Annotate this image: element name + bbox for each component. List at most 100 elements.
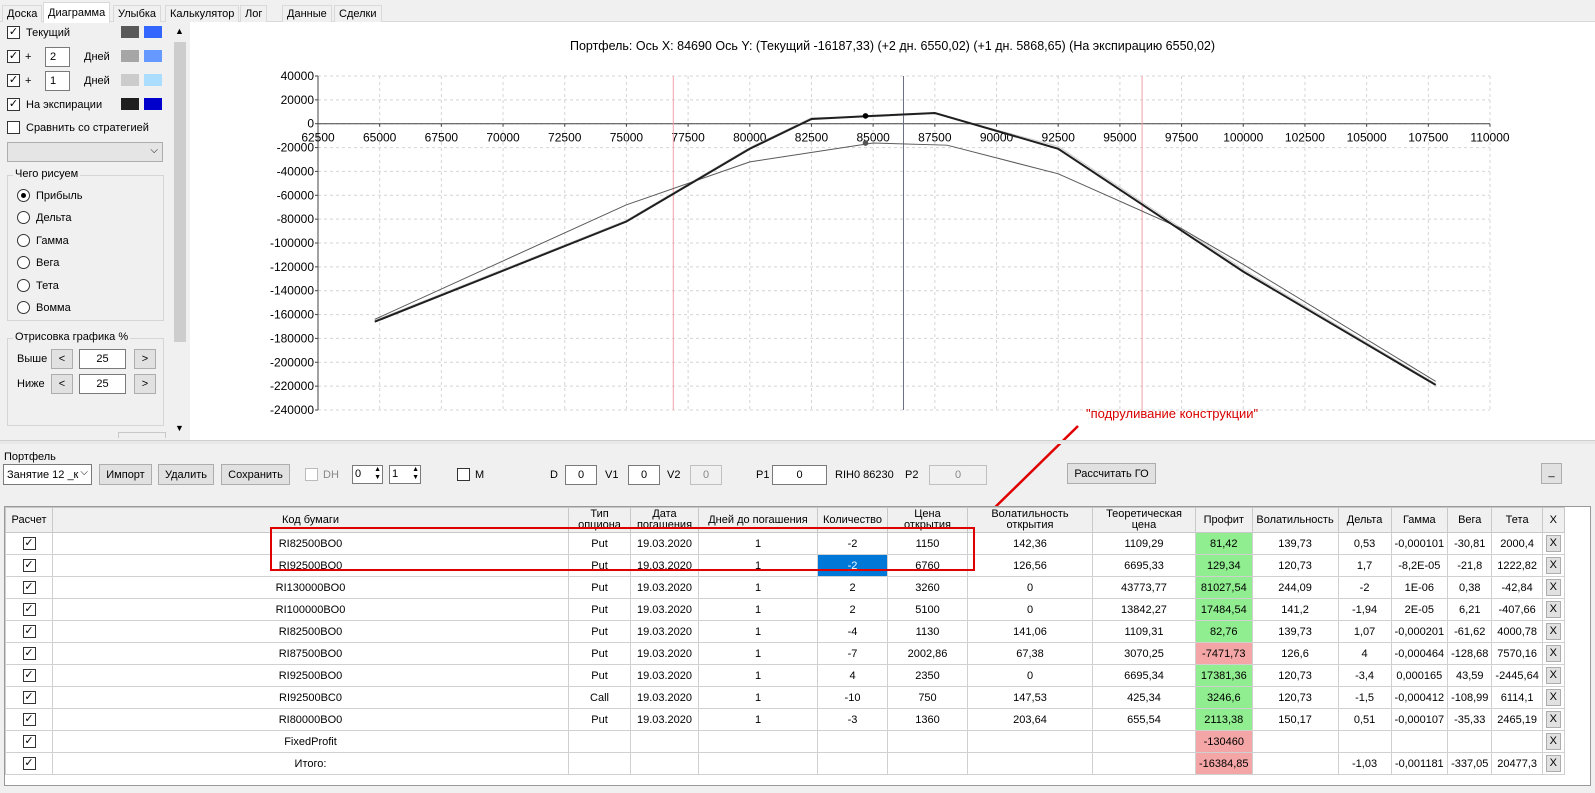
cell-gamma[interactable] (1390, 730, 1449, 753)
save-button[interactable]: Сохранить (221, 464, 290, 485)
cell-profit[interactable]: 2113,38 (1195, 708, 1253, 731)
settings-scrollbar[interactable]: ▲ ▼ (172, 22, 188, 438)
cell-theta[interactable]: 20477,3 (1491, 752, 1543, 775)
cell-calc[interactable]: ✓ (5, 620, 53, 643)
cell-code[interactable]: RI87500BO0 (52, 642, 569, 665)
below-decrease-button[interactable]: < (51, 374, 73, 394)
cell-gamma[interactable]: -0,000201 (1390, 620, 1449, 643)
table-row[interactable]: ✓ RI92500BO0 Put 19.03.2020 1 -2 6760 126,56 669… (5, 554, 1565, 577)
cell-code[interactable]: Итого: (52, 752, 569, 775)
cell-theo[interactable]: 655,54 (1092, 708, 1196, 731)
plus1-checkbox[interactable]: ✓ (7, 74, 20, 87)
cell-vega[interactable] (1447, 730, 1493, 753)
row-calc-checkbox[interactable]: ✓ (22, 537, 36, 550)
cell-calc[interactable]: ✓ (5, 708, 53, 731)
cell-delta[interactable]: 0,53 (1337, 532, 1392, 555)
cell-days[interactable]: 1 (698, 642, 818, 665)
cell-vol-open[interactable]: 0 (967, 576, 1093, 599)
cell-price[interactable]: 1150 (887, 532, 968, 555)
tab-deals[interactable]: Сделки (334, 5, 382, 22)
cell-days[interactable]: 1 (698, 554, 818, 577)
cell-type[interactable]: Put (568, 664, 631, 687)
delete-button[interactable]: Удалить (158, 464, 214, 485)
strategy-select[interactable]: ⌵ (7, 142, 163, 162)
above-decrease-button[interactable]: < (51, 349, 73, 369)
v2-input[interactable]: 0 (690, 465, 722, 485)
cell-vol-open[interactable]: 141,06 (967, 620, 1093, 643)
table-row[interactable]: ✓ RI82500BO0 Put 19.03.2020 1 -2 1150 142,36 110… (5, 532, 1565, 555)
cell-delta[interactable]: 1,07 (1337, 620, 1392, 643)
cell-profit[interactable]: 17381,36 (1195, 664, 1253, 687)
plus2-checkbox[interactable]: ✓ (7, 50, 20, 63)
cell-vol[interactable]: 120,73 (1251, 664, 1339, 687)
cell-calc[interactable]: ✓ (5, 598, 53, 621)
col-header-calc[interactable]: Расчет (5, 507, 53, 533)
cell-theo[interactable]: 6695,34 (1092, 664, 1196, 687)
plus1-days-input[interactable]: 1 (45, 71, 70, 91)
cell-theta[interactable]: 2465,19 (1491, 708, 1543, 731)
cell-type[interactable]: Put (568, 598, 631, 621)
remove-row-button[interactable]: X (1545, 579, 1561, 596)
dh-checkbox[interactable] (305, 468, 318, 481)
cell-type[interactable]: Put (568, 532, 631, 555)
cell-profit[interactable]: -16384,85 (1195, 752, 1253, 775)
cell-code[interactable]: RI80000BO0 (52, 708, 569, 731)
col-header-theta[interactable]: Тета (1491, 507, 1543, 533)
below-increase-button[interactable]: > (134, 374, 156, 394)
dh-spinner-2[interactable]: 1 ▲ ▼ (389, 465, 421, 484)
cell-code[interactable]: RI130000BO0 (52, 576, 569, 599)
cell-date[interactable]: 19.03.2020 (630, 576, 699, 599)
expiry-alt-color-swatch[interactable] (144, 98, 162, 110)
cell-gamma[interactable]: -0,000107 (1390, 708, 1449, 731)
cell-profit[interactable]: 81,42 (1195, 532, 1253, 555)
cell-code[interactable]: RI92500BO0 (52, 664, 569, 687)
table-row[interactable]: ✓ RI87500BO0 Put 19.03.2020 1 -7 2002,86 67,38 3… (5, 642, 1565, 665)
cell-vol[interactable] (1251, 730, 1339, 753)
cell-theo[interactable]: 1109,29 (1092, 532, 1196, 555)
row-calc-checkbox[interactable]: ✓ (22, 757, 36, 770)
cell-theta[interactable]: -2445,64 (1491, 664, 1543, 687)
v1-input[interactable]: 0 (628, 465, 660, 485)
cell-type[interactable] (568, 730, 631, 753)
radio-theta[interactable] (17, 279, 30, 292)
col-header-remove[interactable]: X (1541, 507, 1565, 533)
cell-theo[interactable]: 13842,27 (1092, 598, 1196, 621)
cell-days[interactable]: 1 (698, 620, 818, 643)
plus1-color-swatch[interactable] (121, 74, 139, 86)
cell-vega[interactable]: -128,68 (1447, 642, 1493, 665)
cell-code[interactable]: RI92500BO0 (52, 554, 569, 577)
cell-gamma[interactable]: -8,2E-05 (1390, 554, 1449, 577)
tab-data[interactable]: Данные (282, 5, 332, 22)
cell-days[interactable]: 1 (698, 576, 818, 599)
cell-type[interactable]: Call (568, 686, 631, 709)
col-header-vol[interactable]: Волатильность (1251, 507, 1339, 533)
p2-input[interactable]: 0 (929, 465, 987, 485)
cell-theo[interactable]: 6695,33 (1092, 554, 1196, 577)
cell-vol[interactable]: 139,73 (1251, 620, 1339, 643)
cell-vega[interactable]: -61,62 (1447, 620, 1493, 643)
cell-theo[interactable]: 43773,77 (1092, 576, 1196, 599)
cell-qty[interactable]: -2 (817, 532, 888, 555)
row-calc-checkbox[interactable]: ✓ (22, 669, 36, 682)
spin-arrows-icon[interactable]: ▲ ▼ (412, 466, 419, 482)
cell-vega[interactable]: 6,21 (1447, 598, 1493, 621)
cell-theo[interactable]: 1109,31 (1092, 620, 1196, 643)
table-row[interactable]: ✓ RI92500BC0 Call 19.03.2020 1 -10 750 147,53 42… (5, 686, 1565, 709)
cell-price[interactable]: 750 (887, 686, 968, 709)
table-row[interactable]: ✓ Итого: -16384,85 -1,03 -0,001181 -337,05 204… (5, 752, 1565, 775)
col-header-delta[interactable]: Дельта (1337, 507, 1392, 533)
cell-vol-open[interactable]: 0 (967, 664, 1093, 687)
plus1-alt-color-swatch[interactable] (144, 74, 162, 86)
table-row[interactable]: ✓ RI80000BO0 Put 19.03.2020 1 -3 1360 203,64 655… (5, 708, 1565, 731)
cell-type[interactable]: Put (568, 620, 631, 643)
cell-theta[interactable]: 4000,78 (1491, 620, 1543, 643)
cell-theta[interactable] (1491, 730, 1543, 753)
cell-qty[interactable]: -7 (817, 642, 888, 665)
calculate-go-button[interactable]: Рассчитать ГО (1067, 463, 1156, 484)
above-value-input[interactable]: 25 (79, 349, 126, 369)
cell-code[interactable]: RI100000BO0 (52, 598, 569, 621)
cell-days[interactable] (698, 752, 818, 775)
cell-profit[interactable]: -130460 (1195, 730, 1253, 753)
cell-gamma[interactable]: -0,000101 (1390, 532, 1449, 555)
scroll-up-icon[interactable]: ▲ (175, 26, 184, 36)
